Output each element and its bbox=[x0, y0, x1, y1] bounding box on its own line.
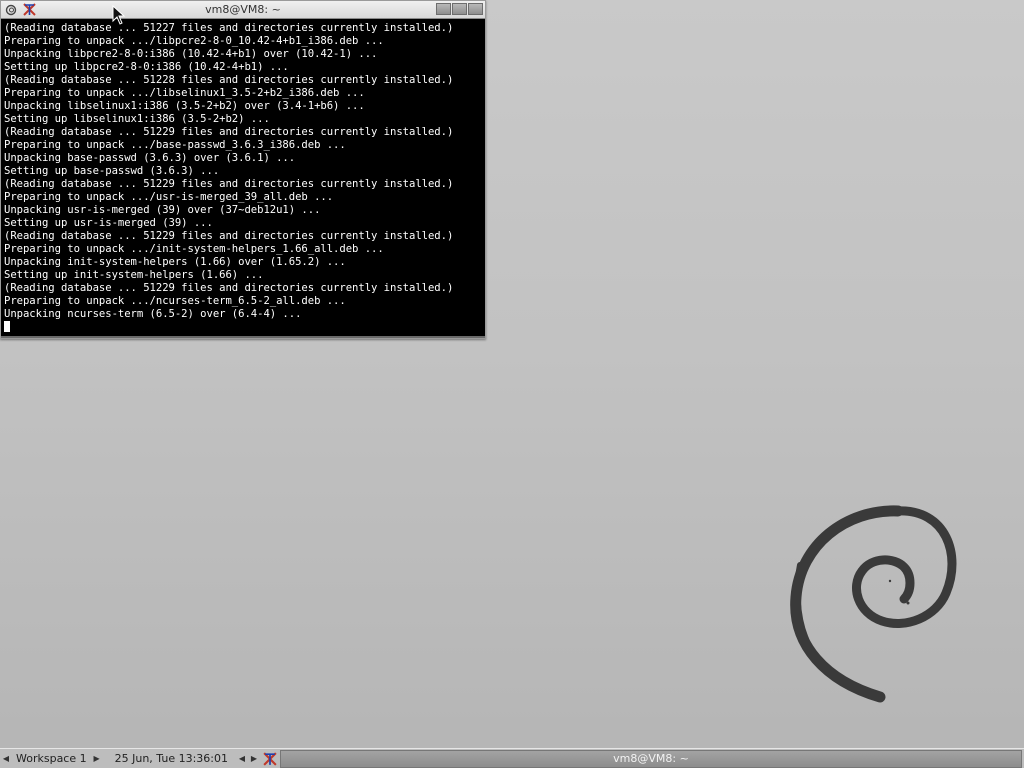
clock: 25 Jun, Tue 13:36:01 bbox=[114, 752, 228, 765]
terminal-line: Preparing to unpack .../libpcre2-8-0_10.… bbox=[4, 35, 384, 47]
minimize-button[interactable] bbox=[436, 3, 451, 15]
terminal-line: Unpacking usr-is-merged (39) over (37~de… bbox=[4, 204, 321, 216]
xterm-icon bbox=[262, 751, 278, 767]
taskbar: ◀ Workspace 1 ▶ 25 Jun, Tue 13:36:01 ◀ ▶… bbox=[0, 748, 1024, 768]
terminal-line: Setting up init-system-helpers (1.66) ..… bbox=[4, 269, 264, 281]
window-bottom-border bbox=[1, 336, 485, 338]
mouse-pointer-icon bbox=[112, 5, 126, 25]
workspace-next-icon[interactable]: ▶ bbox=[91, 754, 103, 763]
terminal-line: (Reading database ... 51227 files and di… bbox=[4, 22, 454, 34]
terminal-line: (Reading database ... 51229 files and di… bbox=[4, 178, 454, 190]
terminal-output[interactable]: (Reading database ... 51227 files and di… bbox=[1, 19, 485, 338]
maximize-button[interactable] bbox=[452, 3, 467, 15]
debian-logo bbox=[790, 505, 957, 703]
terminal-line: Preparing to unpack .../ncurses-term_6.5… bbox=[4, 295, 346, 307]
terminal-line: Preparing to unpack .../usr-is-merged_39… bbox=[4, 191, 334, 203]
workspace-label[interactable]: Workspace 1 bbox=[12, 752, 91, 765]
terminal-line: Preparing to unpack .../base-passwd_3.6.… bbox=[4, 139, 346, 151]
close-button[interactable] bbox=[468, 3, 483, 15]
terminal-line: Setting up libselinux1:i386 (3.5-2+b2) .… bbox=[4, 113, 270, 125]
terminal-line: Unpacking init-system-helpers (1.66) ove… bbox=[4, 256, 346, 268]
text-cursor bbox=[4, 321, 10, 332]
terminal-line: Unpacking base-passwd (3.6.3) over (3.6.… bbox=[4, 152, 296, 164]
terminal-line: (Reading database ... 51228 files and di… bbox=[4, 74, 454, 86]
task-prev-icon[interactable]: ◀ bbox=[236, 754, 248, 763]
terminal-line: Preparing to unpack .../init-system-help… bbox=[4, 243, 384, 255]
terminal-line: Unpacking libselinux1:i386 (3.5-2+b2) ov… bbox=[4, 100, 365, 112]
terminal-line: (Reading database ... 51229 files and di… bbox=[4, 282, 454, 294]
window-title: vm8@VM8: ~ bbox=[205, 3, 281, 16]
terminal-line: Unpacking libpcre2-8-0:i386 (10.42-4+b1)… bbox=[4, 48, 378, 60]
terminal-window[interactable]: vm8@VM8: ~ (Reading database ... 51227 f… bbox=[0, 0, 486, 339]
terminal-line: Preparing to unpack .../libselinux1_3.5-… bbox=[4, 87, 365, 99]
terminal-line: (Reading database ... 51229 files and di… bbox=[4, 230, 454, 242]
terminal-line: Unpacking ncurses-term (6.5-2) over (6.4… bbox=[4, 308, 302, 320]
workspace-prev-icon[interactable]: ◀ bbox=[0, 754, 12, 763]
terminal-line: Setting up usr-is-merged (39) ... bbox=[4, 217, 213, 229]
terminal-line: Setting up libpcre2-8-0:i386 (10.42-4+b1… bbox=[4, 61, 289, 73]
window-controls bbox=[436, 3, 483, 15]
terminal-line: Setting up base-passwd (3.6.3) ... bbox=[4, 165, 220, 177]
task-next-icon[interactable]: ▶ bbox=[248, 754, 260, 763]
terminal-titlebar[interactable]: vm8@VM8: ~ bbox=[1, 1, 485, 19]
taskbar-window-button[interactable]: vm8@VM8: ~ bbox=[280, 749, 1022, 768]
terminal-line: (Reading database ... 51229 files and di… bbox=[4, 126, 454, 138]
terminal-cursor-line bbox=[4, 321, 485, 335]
